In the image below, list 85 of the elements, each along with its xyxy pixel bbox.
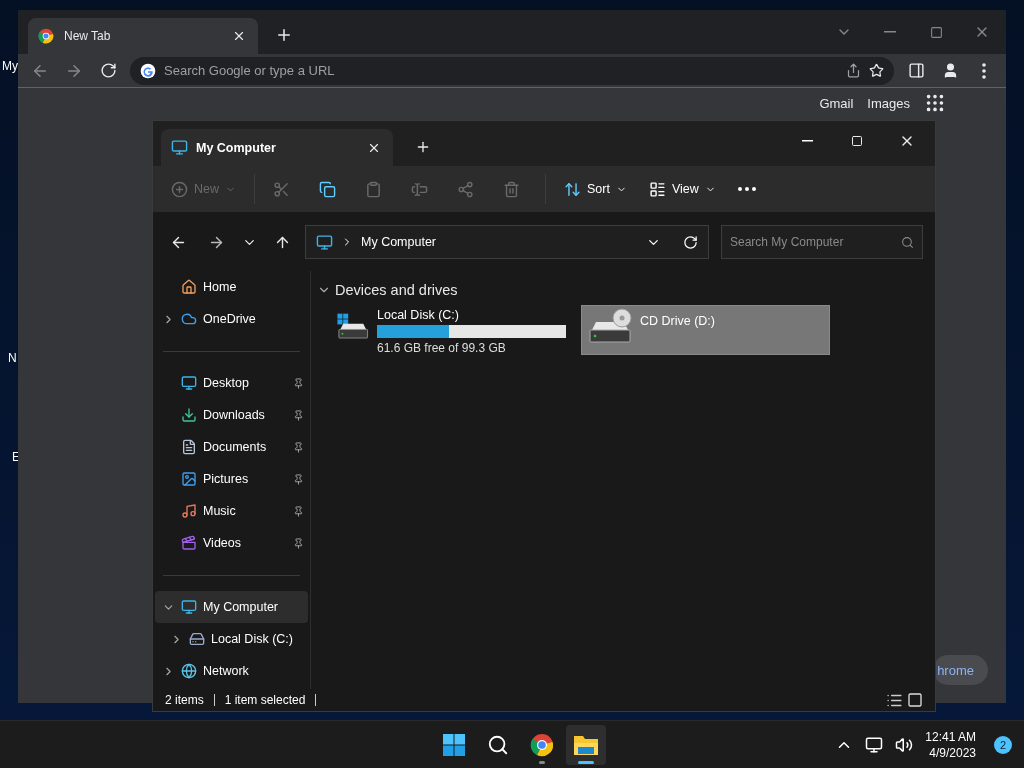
- plus-icon: [275, 26, 293, 44]
- clock[interactable]: 12:41 AM 4/9/2023: [925, 728, 976, 761]
- search-icon: [901, 235, 914, 249]
- desktop-icon-label: N: [8, 351, 17, 365]
- free-space-text: 61.6 GB free of 99.3 GB: [377, 341, 507, 355]
- document-icon: [181, 439, 197, 455]
- bookmark-star-icon[interactable]: [869, 63, 884, 78]
- trash-icon: [503, 180, 520, 198]
- plus-circle-icon: [171, 180, 188, 198]
- pin-icon[interactable]: [293, 505, 304, 517]
- monitor-icon: [181, 599, 197, 615]
- search-icon: [487, 733, 509, 756]
- apps-grid-icon[interactable]: [924, 92, 946, 114]
- nav-item[interactable]: Desktop: [155, 367, 308, 399]
- minimize-icon: [884, 31, 896, 33]
- header-link[interactable]: Images: [867, 95, 910, 111]
- chrome-logo-icon: [530, 732, 554, 757]
- taskbar-app[interactable]: [566, 724, 606, 765]
- nav-item[interactable]: Network: [155, 655, 308, 687]
- nav-item[interactable]: Documents: [155, 431, 308, 463]
- nav-item[interactable]: My Computer: [155, 591, 308, 623]
- nav-item[interactable]: Local Disk (C:): [155, 623, 308, 655]
- share-icon: [457, 180, 474, 198]
- nav-item[interactable]: OneDrive: [155, 303, 308, 335]
- header-link[interactable]: Gmail: [819, 95, 854, 111]
- monitor-icon: [181, 375, 197, 391]
- more-icon: [737, 187, 756, 191]
- share-icon[interactable]: [846, 63, 861, 78]
- selection-count: 1 item selected: [224, 693, 306, 707]
- cloud-icon: [181, 311, 197, 327]
- cut-icon: [273, 180, 290, 198]
- refresh-icon[interactable]: [683, 234, 698, 250]
- rename-icon: [411, 180, 428, 198]
- section-heading: Devices and drives: [335, 282, 458, 298]
- download-icon: [181, 407, 197, 423]
- pin-icon[interactable]: [293, 441, 304, 453]
- drive-tile[interactable]: Local Disk (C:) 61.6 GB free of 99.3 GB: [331, 305, 571, 355]
- drive-tile[interactable]: CD Drive (D:): [581, 305, 830, 355]
- search-field[interactable]: Search My Computer: [721, 225, 923, 259]
- minimize-icon: [801, 140, 813, 142]
- windows-logo-icon: [443, 733, 465, 756]
- nav-item[interactable]: Downloads: [155, 399, 308, 431]
- nav-item[interactable]: Home: [155, 271, 308, 303]
- drive-name: CD Drive (D:): [640, 314, 716, 328]
- item-count: 2 items: [165, 693, 204, 707]
- view-button[interactable]: View: [640, 172, 724, 206]
- maximize-icon: [851, 135, 863, 147]
- sort-button[interactable]: Sort: [556, 172, 635, 206]
- home-icon: [181, 279, 197, 295]
- view-icon: [648, 180, 666, 198]
- google-logo-icon: [140, 62, 156, 79]
- picture-icon: [181, 471, 197, 487]
- notification-badge[interactable]: 2: [994, 735, 1012, 754]
- nav-item[interactable]: Videos: [155, 527, 308, 559]
- address-bar[interactable]: My Computer: [305, 225, 709, 259]
- customize-button[interactable]: hrome: [933, 655, 988, 685]
- menu-icon: [982, 62, 986, 79]
- paste-icon: [365, 180, 382, 198]
- close-icon: [232, 29, 246, 43]
- video-icon: [181, 535, 197, 551]
- desktop-icon-label: My: [2, 59, 18, 73]
- chrome-logo-icon: [38, 28, 54, 44]
- hard-drive-icon: [189, 631, 205, 647]
- tiles-view-icon[interactable]: [907, 691, 923, 708]
- nav-item[interactable]: Music: [155, 495, 308, 527]
- explorer-tab[interactable]: My Computer: [161, 129, 393, 166]
- reload-icon: [99, 62, 117, 79]
- copy-icon: [319, 180, 336, 198]
- maximize-icon: [929, 25, 943, 39]
- side-panel-icon: [907, 62, 925, 79]
- globe-icon: [181, 663, 197, 679]
- volume-icon[interactable]: [895, 735, 914, 754]
- browser-tab[interactable]: New Tab: [28, 18, 258, 54]
- drive-name: Local Disk (C:): [377, 308, 460, 322]
- music-note-icon: [181, 503, 197, 519]
- address-field[interactable]: Search Google or type a URL: [130, 56, 894, 85]
- sort-icon: [564, 180, 581, 198]
- nav-item[interactable]: Pictures: [155, 463, 308, 495]
- monitor-icon: [316, 233, 333, 251]
- pin-icon[interactable]: [293, 537, 304, 549]
- network-icon[interactable]: [865, 735, 884, 754]
- pin-icon[interactable]: [293, 377, 304, 389]
- pin-icon[interactable]: [293, 409, 304, 421]
- monitor-icon: [171, 139, 188, 156]
- pin-icon[interactable]: [293, 473, 304, 485]
